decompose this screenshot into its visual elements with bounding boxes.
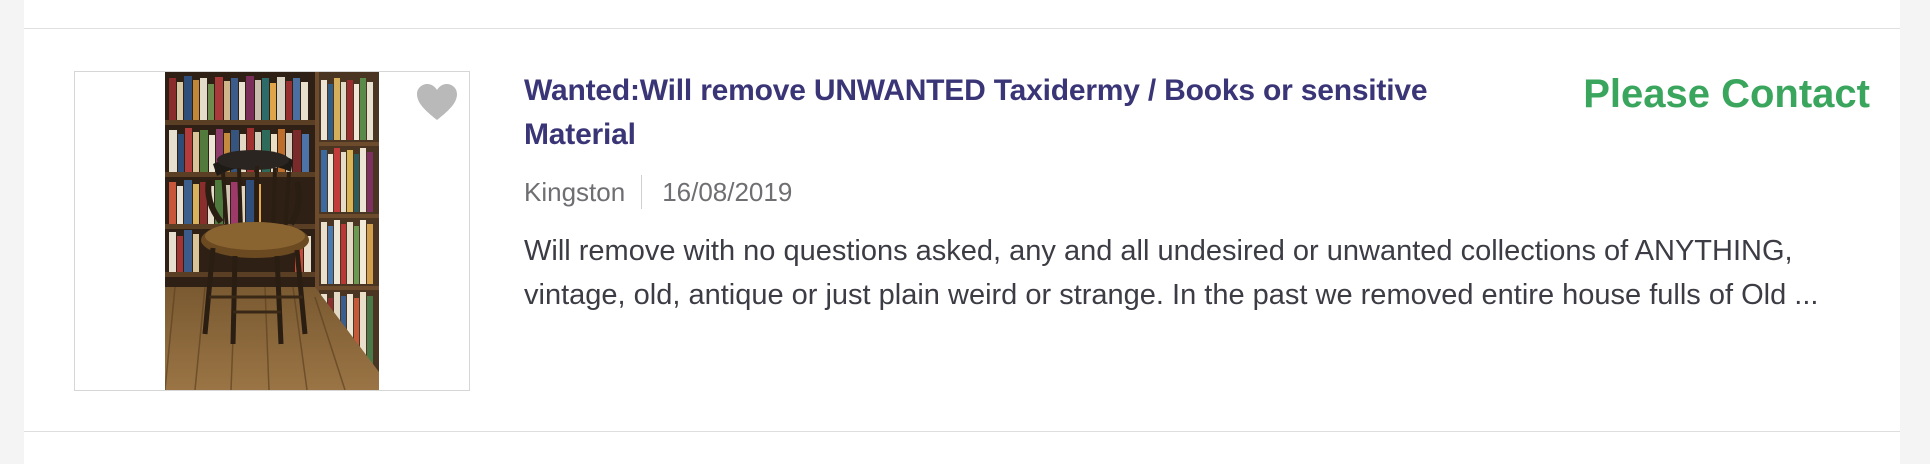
listing-photo[interactable] [165, 72, 379, 390]
listing-price: Please Contact [1583, 72, 1870, 116]
listing-card[interactable]: Wanted:Will remove UNWANTED Taxidermy / … [24, 29, 1900, 432]
chair-and-bookshelf-image [165, 72, 379, 390]
listing-page: Wanted:Will remove UNWANTED Taxidermy / … [0, 0, 1930, 464]
heart-icon [417, 84, 457, 120]
listing-location: Kingston [524, 176, 626, 207]
next-listing-card [24, 432, 1900, 464]
listing-title-link[interactable]: Wanted:Will remove UNWANTED Taxidermy / … [524, 69, 1464, 157]
listing-thumbnail[interactable] [74, 71, 470, 391]
meta-divider [641, 175, 643, 209]
listing-date: 16/08/2019 [662, 176, 793, 207]
listing-description: Will remove with no questions asked, any… [524, 235, 1819, 311]
previous-listing-card [24, 0, 1900, 29]
favorite-button[interactable] [415, 82, 459, 122]
listing-meta: Kingston 16/08/2019 [524, 172, 792, 212]
